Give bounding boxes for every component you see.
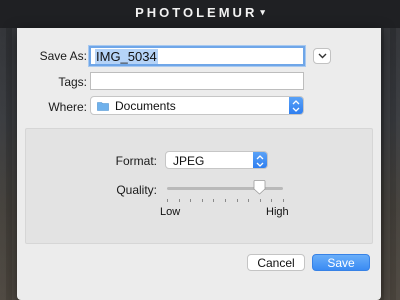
quality-slider-tick bbox=[271, 199, 273, 202]
format-popup[interactable]: JPEG bbox=[165, 151, 268, 169]
popup-arrows-icon bbox=[253, 152, 267, 168]
save-as-label: Save As: bbox=[39, 49, 87, 63]
app-title-bar: PHOTOLEMUR ▾ bbox=[0, 0, 400, 28]
quality-slider-tick bbox=[178, 199, 180, 202]
quality-label: Quality: bbox=[116, 183, 157, 197]
save-dialog: Save As: IMG_5034 Tags: Where: Documents… bbox=[17, 28, 381, 300]
tags-label: Tags: bbox=[58, 75, 87, 89]
chevron-down-icon[interactable]: ▾ bbox=[260, 7, 265, 17]
quality-slider-thumb[interactable] bbox=[253, 180, 266, 195]
popup-arrows-icon bbox=[289, 97, 303, 114]
quality-slider-tick bbox=[201, 199, 203, 202]
where-label: Where: bbox=[48, 100, 87, 114]
quality-high-label: High bbox=[266, 206, 289, 218]
quality-slider-tick bbox=[259, 199, 261, 202]
cancel-button[interactable]: Cancel bbox=[247, 254, 305, 271]
chevron-down-icon bbox=[318, 53, 327, 59]
app-title-text: PHOTOLEMUR bbox=[135, 5, 258, 20]
quality-slider-tick bbox=[190, 199, 192, 202]
expand-dialog-button[interactable] bbox=[313, 48, 331, 64]
tags-field[interactable] bbox=[90, 72, 304, 90]
quality-slider-tick bbox=[167, 199, 168, 202]
quality-slider-tick bbox=[225, 199, 226, 202]
quality-slider-tick bbox=[236, 199, 238, 202]
save-as-value: IMG_5034 bbox=[95, 49, 158, 64]
format-value: JPEG bbox=[173, 154, 205, 168]
app-title[interactable]: PHOTOLEMUR ▾ bbox=[0, 5, 400, 20]
save-as-field[interactable]: IMG_5034 bbox=[89, 46, 305, 66]
quality-slider-tick bbox=[248, 199, 250, 202]
save-button[interactable]: Save bbox=[312, 254, 370, 271]
quality-slider-tick bbox=[283, 199, 284, 202]
quality-low-label: Low bbox=[160, 206, 181, 218]
format-label: Format: bbox=[115, 154, 157, 168]
folder-icon bbox=[97, 102, 109, 111]
quality-slider-tick bbox=[213, 199, 215, 202]
where-value: Documents bbox=[115, 99, 176, 113]
where-popup[interactable]: Documents bbox=[90, 96, 304, 115]
